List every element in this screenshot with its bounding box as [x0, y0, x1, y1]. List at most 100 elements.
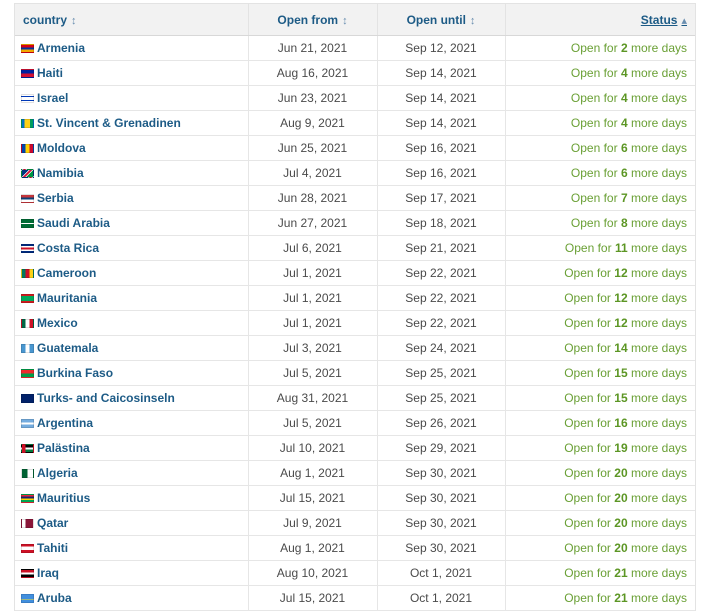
status-suffix: more days: [630, 41, 687, 55]
status-prefix: Open for: [564, 541, 611, 555]
table-body: Armenia Jun 21, 2021 Sep 12, 2021 Open for …: [15, 35, 695, 611]
status-days-count: 6: [620, 166, 628, 180]
open-from-cell: Jul 5, 2021: [248, 410, 378, 436]
country-cell: Argentina: [15, 410, 249, 436]
country-link[interactable]: Iraq: [37, 566, 59, 580]
flag-icon: [21, 294, 34, 303]
status-days-count: 21: [614, 566, 628, 580]
flag-icon: [21, 344, 34, 353]
flag-icon: [21, 119, 34, 128]
open-from-cell: Jul 15, 2021: [248, 585, 378, 611]
status-suffix: more days: [630, 316, 687, 330]
country-link[interactable]: Moldova: [37, 141, 86, 155]
status-cell: Open for 2 more days: [505, 35, 695, 61]
country-link[interactable]: St. Vincent & Grenadinen: [37, 116, 181, 130]
open-from-cell: Jul 5, 2021: [248, 360, 378, 386]
open-from-cell: Jul 15, 2021: [248, 485, 378, 511]
status-cell: Open for 14 more days: [505, 335, 695, 361]
country-cell: Israel: [15, 85, 249, 111]
sort-icon[interactable]: ↕: [71, 15, 77, 27]
country-link[interactable]: Namibia: [37, 166, 84, 180]
country-link[interactable]: Mauritania: [37, 291, 97, 305]
flag-icon: [21, 469, 34, 478]
status-cell: Open for 12 more days: [505, 310, 695, 336]
country-cell: Guatemala: [15, 335, 249, 361]
table-row: Mexico Jul 1, 2021 Sep 22, 2021 Open for 12…: [15, 310, 695, 336]
sort-icon[interactable]: ↕: [342, 15, 348, 27]
column-header-country-label: country: [23, 12, 68, 27]
country-link[interactable]: Palästina: [37, 441, 90, 455]
country-cell: Aruba: [15, 585, 249, 611]
status-suffix: more days: [630, 116, 687, 130]
country-link[interactable]: Aruba: [37, 591, 72, 605]
country-link[interactable]: Saudi Arabia: [37, 216, 110, 230]
open-from-cell: Jun 21, 2021: [248, 35, 378, 61]
status-prefix: Open for: [564, 391, 611, 405]
country-link[interactable]: Armenia: [37, 41, 85, 55]
country-link[interactable]: Burkina Faso: [37, 366, 113, 380]
open-from-cell: Aug 1, 2021: [248, 460, 378, 486]
country-link[interactable]: Israel: [37, 91, 68, 105]
open-from-cell: Jun 28, 2021: [248, 185, 378, 211]
table-row: Burkina Faso Jul 5, 2021 Sep 25, 2021 Open …: [15, 360, 695, 386]
table-row: Saudi Arabia Jun 27, 2021 Sep 18, 2021 Open…: [15, 210, 695, 236]
country-link[interactable]: Serbia: [37, 191, 74, 205]
country-link[interactable]: Costa Rica: [37, 241, 99, 255]
table-row: Guatemala Jul 3, 2021 Sep 24, 2021 Open for…: [15, 335, 695, 361]
country-link[interactable]: Mauritius: [37, 491, 90, 505]
column-header-open-until[interactable]: Open until ↕: [377, 3, 506, 36]
table-row: Algeria Aug 1, 2021 Sep 30, 2021 Open for 2…: [15, 460, 695, 486]
status-cell: Open for 20 more days: [505, 510, 695, 536]
flag-icon: [21, 219, 34, 228]
flag-icon: [21, 444, 34, 453]
status-suffix: more days: [630, 241, 687, 255]
open-from-cell: Aug 31, 2021: [248, 385, 378, 411]
flag-icon: [21, 69, 34, 78]
status-prefix: Open for: [570, 91, 618, 105]
country-link[interactable]: Qatar: [37, 516, 68, 530]
open-from-cell: Jun 23, 2021: [248, 85, 378, 111]
status-prefix: Open for: [570, 216, 618, 230]
country-link[interactable]: Argentina: [37, 416, 93, 430]
column-header-open-from[interactable]: Open from ↕: [248, 3, 378, 36]
status-cell: Open for 12 more days: [505, 285, 695, 311]
status-days-count: 20: [614, 491, 628, 505]
open-until-cell: Sep 30, 2021: [377, 485, 506, 511]
status-suffix: more days: [630, 216, 687, 230]
table-row: Turks- and Caicosinseln Aug 31, 2021 Sep 2…: [15, 385, 695, 411]
open-from-cell: Aug 10, 2021: [248, 560, 378, 586]
country-link[interactable]: Tahiti: [37, 541, 68, 555]
country-link[interactable]: Mexico: [37, 316, 78, 330]
country-link[interactable]: Guatemala: [37, 341, 98, 355]
flag-icon: [21, 544, 34, 553]
status-days-count: 19: [614, 441, 628, 455]
country-cell: Serbia: [15, 185, 249, 211]
flag-icon: [21, 594, 34, 603]
country-cell: Iraq: [15, 560, 249, 586]
table-row: Namibia Jul 4, 2021 Sep 16, 2021 Open for 6…: [15, 160, 695, 186]
column-header-open-until-label: Open until: [406, 12, 466, 27]
country-link[interactable]: Algeria: [37, 466, 78, 480]
status-prefix: Open for: [570, 141, 618, 155]
country-link[interactable]: Haiti: [37, 66, 63, 80]
open-until-cell: Sep 24, 2021: [377, 335, 506, 361]
country-cell: Palästina: [15, 435, 249, 461]
open-until-cell: Sep 21, 2021: [377, 235, 506, 261]
status-cell: Open for 16 more days: [505, 410, 695, 436]
country-link[interactable]: Turks- and Caicosinseln: [37, 391, 175, 405]
table-row: Mauritania Jul 1, 2021 Sep 22, 2021 Open fo…: [15, 285, 695, 311]
column-header-status-label: Status: [640, 12, 678, 27]
sort-icon[interactable]: ↕: [470, 15, 476, 27]
open-until-cell: Sep 22, 2021: [377, 285, 506, 311]
status-prefix: Open for: [570, 191, 618, 205]
country-cell: Moldova: [15, 135, 249, 161]
country-link[interactable]: Cameroon: [37, 266, 96, 280]
status-cell: Open for 20 more days: [505, 460, 695, 486]
column-header-country[interactable]: country ↕: [15, 3, 249, 36]
table-header-row: country ↕ Open from ↕ Open until ↕ Status ▴: [15, 3, 695, 36]
column-header-status[interactable]: Status ▴: [505, 3, 695, 36]
status-prefix: Open for: [570, 116, 618, 130]
sort-ascending-icon[interactable]: ▴: [681, 15, 687, 27]
status-suffix: more days: [630, 391, 687, 405]
status-days-count: 14: [614, 341, 628, 355]
